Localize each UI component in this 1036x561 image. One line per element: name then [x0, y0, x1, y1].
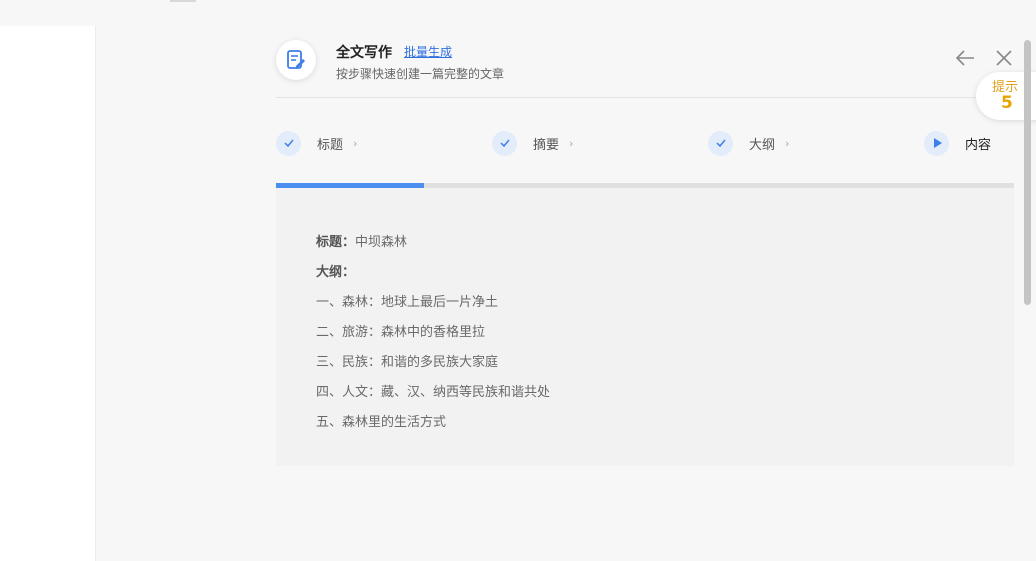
close-icon[interactable] [994, 48, 1014, 68]
check-icon [276, 130, 301, 156]
outline-item: 四、人文：藏、汉、纳西等民族和谐共处 [316, 385, 551, 400]
step-label: 摘要 [533, 137, 560, 153]
outline-item: 三、民族：和谐的多民族大家庭 [316, 355, 499, 370]
check-icon [492, 130, 517, 156]
edit-document-icon [276, 40, 316, 80]
outline-item: 二、旅游：森林中的香格里拉 [316, 325, 486, 340]
content-body: 标题：中坝森林 大纲： 一、森林：地球上最后一片净土 二、旅游：森林中的香格里拉… [316, 228, 550, 438]
chevron-right-icon: › [569, 136, 574, 150]
step-label: 内容 [965, 137, 992, 153]
step-title[interactable]: 标题 › [276, 130, 357, 156]
scrollbar[interactable] [1024, 40, 1031, 305]
outline-label: 大纲： [316, 265, 356, 280]
check-icon [708, 130, 733, 156]
step-content[interactable]: 内容 [924, 130, 991, 156]
panel-subtitle: 按步骤快速创建一篇完整的文章 [336, 67, 505, 81]
step-outline[interactable]: 大纲 › [708, 130, 789, 156]
top-tab-mark [170, 0, 196, 2]
chevron-right-icon: › [785, 136, 790, 150]
batch-generate-link[interactable]: 批量生成 [404, 43, 452, 60]
step-summary[interactable]: 摘要 › [492, 130, 573, 156]
play-icon [924, 130, 949, 156]
step-label: 大纲 [749, 137, 776, 153]
title-line: 标题：中坝森林 [316, 228, 550, 258]
outline-item: 五、森林里的生活方式 [316, 415, 447, 430]
step-label: 标题 [317, 137, 344, 153]
content-box: 标题：中坝森林 大纲： 一、森林：地球上最后一片净土 二、旅游：森林中的香格里拉… [276, 188, 1014, 466]
writing-panel: 全文写作 批量生成 按步骤快速创建一篇完整的文章 标题 › 摘要 › 大纲 › … [276, 0, 1016, 561]
outline-item: 一、森林：地球上最后一片净土 [316, 295, 499, 310]
title-value: 中坝森林 [355, 235, 408, 250]
step-indicator: 标题 › 摘要 › 大纲 › 内容 [276, 130, 1016, 156]
left-pane [0, 26, 96, 561]
arrow-left-icon[interactable] [954, 47, 976, 69]
title-label: 标题： [316, 235, 356, 250]
panel-title: 全文写作 [336, 45, 392, 61]
panel-header: 全文写作 批量生成 按步骤快速创建一篇完整的文章 [276, 38, 1016, 98]
chevron-right-icon: › [353, 136, 358, 150]
